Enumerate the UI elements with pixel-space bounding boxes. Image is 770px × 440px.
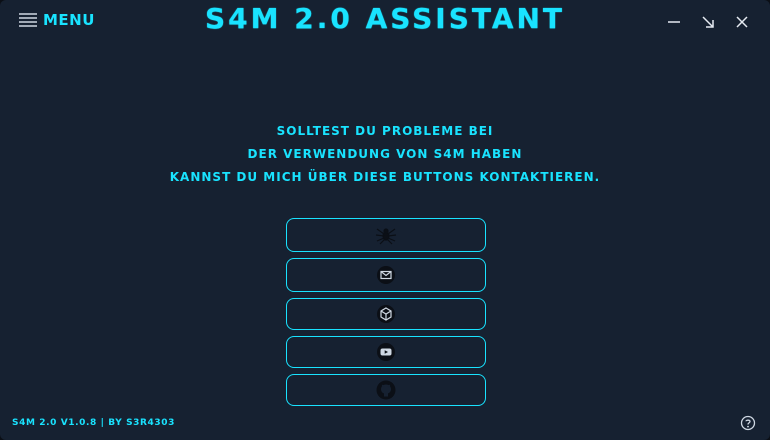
message-line-3: kannst du mich über diese Buttons kontak… [169, 170, 601, 184]
cube-icon [377, 305, 395, 323]
help-button[interactable] [740, 415, 756, 431]
youtube-contact-button[interactable] [286, 336, 486, 368]
app-window: MENU S4M 2.0 Assistant Solltest du Probl… [0, 0, 770, 440]
spider-icon [375, 228, 397, 245]
minimize-button[interactable] [664, 12, 684, 32]
github-contact-button[interactable] [286, 374, 486, 406]
spider-contact-button[interactable] [286, 218, 486, 252]
close-icon [736, 16, 748, 28]
app-title: S4M 2.0 Assistant [204, 2, 566, 35]
github-icon [376, 380, 396, 400]
minimize-icon [668, 21, 680, 23]
message-line-1: Solltest du Probleme bei [276, 124, 494, 138]
mail-icon [377, 266, 395, 284]
contact-message: Solltest du Probleme bei der Verwendung … [0, 120, 770, 189]
close-button[interactable] [732, 12, 752, 32]
help-icon [740, 415, 756, 431]
mail-contact-button[interactable] [286, 258, 486, 292]
restore-icon [702, 16, 714, 28]
cube-contact-button[interactable] [286, 298, 486, 330]
footer-version-text: S4M 2.0 v1.0.8 | by S3R4303 [12, 418, 175, 428]
restore-button[interactable] [698, 12, 718, 32]
youtube-icon [377, 343, 395, 361]
message-line-2: der Verwendung von S4M haben [247, 147, 523, 161]
